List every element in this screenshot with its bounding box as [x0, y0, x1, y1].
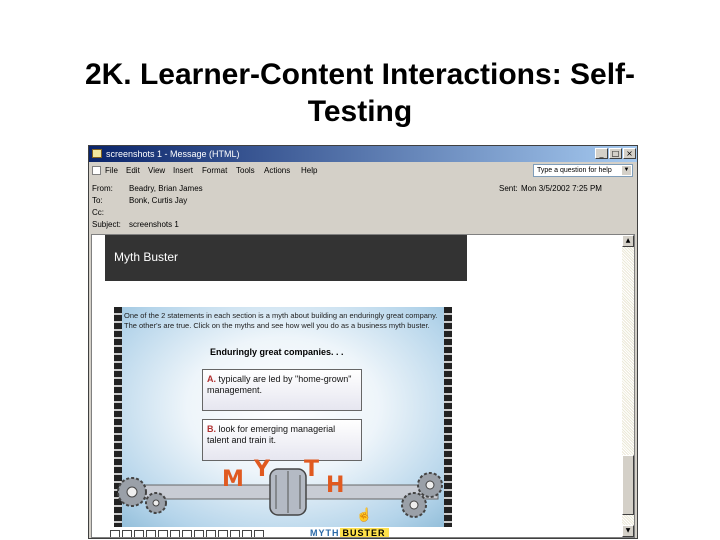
gear-icon	[401, 492, 427, 518]
scroll-down-button[interactable]: ▼	[622, 525, 634, 537]
email-window: screenshots 1 - Message (HTML) _ □ × Fil…	[88, 145, 638, 539]
menu-file[interactable]: File	[105, 162, 118, 180]
help-question-input[interactable]: Type a question for help ▼	[533, 164, 633, 177]
help-question-text: Type a question for help	[537, 167, 612, 174]
document-icon	[92, 166, 101, 175]
navigation-thumbnails	[110, 527, 270, 537]
option-b-text: look for emerging managerial talent and …	[207, 424, 336, 445]
option-b-letter: B.	[207, 424, 216, 434]
sent-value: Mon 3/5/2002 7:25 PM	[521, 184, 602, 193]
menu-edit[interactable]: Edit	[126, 162, 140, 180]
menu-help[interactable]: Help	[301, 162, 317, 180]
gear-icon	[145, 492, 167, 514]
hand-cursor-icon: ☝	[356, 507, 373, 522]
myth-buster-logo: MYTH BUSTER	[310, 527, 430, 538]
option-a-text: typically are led by "home-grown" manage…	[207, 374, 352, 395]
message-header: From: Beadry, Brian James Sent: Mon 3/5/…	[89, 180, 637, 232]
myth-machine-illustration	[117, 468, 443, 518]
myth-buster-game: One of the 2 statements in each section …	[114, 307, 452, 527]
option-a-button[interactable]: A. typically are led by "home-grown" man…	[202, 369, 362, 411]
subject-label: Subject:	[92, 220, 121, 229]
myth-letter-m: M	[222, 467, 244, 492]
gear-icon	[417, 472, 443, 498]
myth-letter-h: H	[326, 473, 345, 498]
menu-tools[interactable]: Tools	[236, 162, 255, 180]
chevron-down-icon[interactable]: ▼	[622, 166, 631, 175]
menu-insert[interactable]: Insert	[173, 162, 193, 180]
thumbnail-5[interactable]	[158, 530, 168, 537]
window-title: screenshots 1 - Message (HTML)	[106, 149, 240, 159]
slide-title: 2K. Learner-Content Interactions: Self- …	[40, 56, 680, 130]
myth-letter-t: T	[304, 457, 320, 482]
question-text: Enduringly great companies. . .	[210, 347, 344, 357]
sent-label: Sent:	[499, 184, 518, 193]
thumbnail-11[interactable]	[230, 530, 240, 537]
subject-value: screenshots 1	[129, 220, 179, 229]
window-title-bar[interactable]: screenshots 1 - Message (HTML) _ □ ×	[89, 146, 637, 162]
from-value: Beadry, Brian James	[129, 184, 203, 193]
logo-myth: MYTH	[310, 528, 340, 538]
menu-format[interactable]: Format	[202, 162, 227, 180]
scroll-thumb[interactable]	[622, 455, 634, 515]
to-label: To:	[92, 196, 103, 205]
intro-text: One of the 2 statements in each section …	[124, 311, 438, 330]
to-value: Bonk, Curtis Jay	[129, 196, 188, 205]
thumbnail-6[interactable]	[170, 530, 180, 537]
myth-letter-y: Y	[254, 457, 270, 482]
thumbnail-9[interactable]	[206, 530, 216, 537]
thumbnail-13[interactable]	[254, 530, 264, 537]
cc-label: Cc:	[92, 208, 104, 217]
thumbnail-4[interactable]	[146, 530, 156, 537]
myth-buster-header: Myth Buster	[105, 235, 467, 281]
gear-icon	[117, 477, 147, 507]
menu-bar: File Edit View Insert Format Tools Actio…	[89, 162, 637, 180]
myth-buster-title: Myth Buster	[114, 250, 179, 264]
scroll-up-button[interactable]: ▲	[622, 235, 634, 247]
thumbnail-10[interactable]	[218, 530, 228, 537]
menu-actions[interactable]: Actions	[264, 162, 290, 180]
envelope-icon	[92, 149, 102, 158]
vertical-scrollbar[interactable]: ▲ ▼	[622, 235, 634, 537]
thumbnail-8[interactable]	[194, 530, 204, 537]
maximize-button[interactable]: □	[609, 148, 622, 159]
thumbnail-7[interactable]	[182, 530, 192, 537]
menu-view[interactable]: View	[148, 162, 165, 180]
thumbnail-1[interactable]	[110, 530, 120, 537]
minimize-button[interactable]: _	[595, 148, 608, 159]
close-button[interactable]: ×	[623, 148, 636, 159]
message-body: Myth Buster One of the 2 statements in e…	[91, 234, 635, 538]
option-a-letter: A.	[207, 374, 216, 384]
thumbnail-2[interactable]	[122, 530, 132, 537]
logo-buster: BUSTER	[339, 528, 389, 537]
slide-title-line1: 2K. Learner-Content Interactions: Self-	[84, 58, 636, 91]
thumbnail-3[interactable]	[134, 530, 144, 537]
thumbnail-12[interactable]	[242, 530, 252, 537]
slide-title-line2: Testing	[307, 95, 413, 128]
barrel-drum	[269, 468, 307, 516]
from-label: From:	[92, 184, 113, 193]
